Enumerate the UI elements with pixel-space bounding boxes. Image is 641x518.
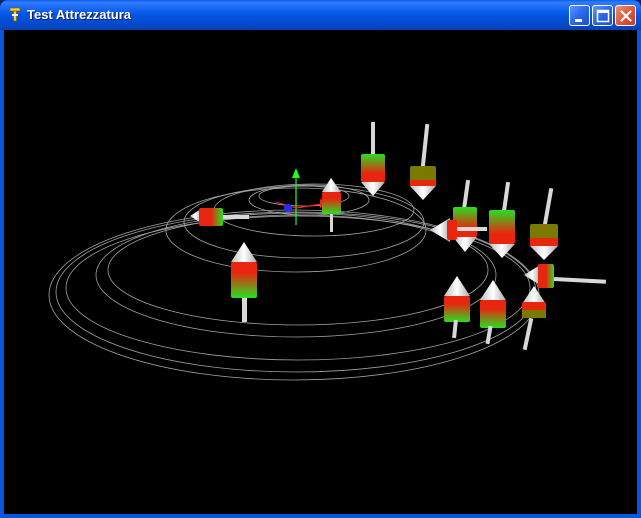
tool-vertical-up[interactable] bbox=[231, 242, 257, 322]
close-button[interactable] bbox=[615, 5, 636, 26]
tool-vertical-up[interactable] bbox=[444, 276, 470, 339]
minimize-button[interactable] bbox=[569, 5, 590, 26]
tool-vertical-up[interactable] bbox=[480, 280, 506, 345]
maximize-button[interactable] bbox=[592, 5, 613, 26]
window-title: Test Attrezzatura bbox=[27, 7, 132, 22]
close-icon bbox=[620, 10, 632, 22]
minimize-icon bbox=[575, 19, 582, 22]
tool-vertical-up[interactable] bbox=[522, 286, 546, 351]
tool-vertical-down[interactable] bbox=[489, 181, 515, 258]
tool-vertical-down[interactable] bbox=[410, 123, 436, 200]
tool-horizontal-right[interactable] bbox=[524, 264, 607, 288]
title-bar[interactable]: Test Attrezzatura bbox=[0, 0, 641, 30]
tool-icon bbox=[7, 7, 23, 23]
tool-vertical-down[interactable] bbox=[361, 122, 385, 196]
maximize-icon bbox=[596, 9, 610, 23]
window-frame-right bbox=[637, 30, 641, 518]
app-window: Test Attrezzatura bbox=[0, 0, 641, 518]
tool-vertical-down[interactable] bbox=[530, 187, 558, 260]
tool-vertical-down[interactable] bbox=[453, 179, 477, 252]
window-frame-bottom bbox=[0, 514, 641, 518]
3d-viewport[interactable] bbox=[4, 30, 637, 514]
